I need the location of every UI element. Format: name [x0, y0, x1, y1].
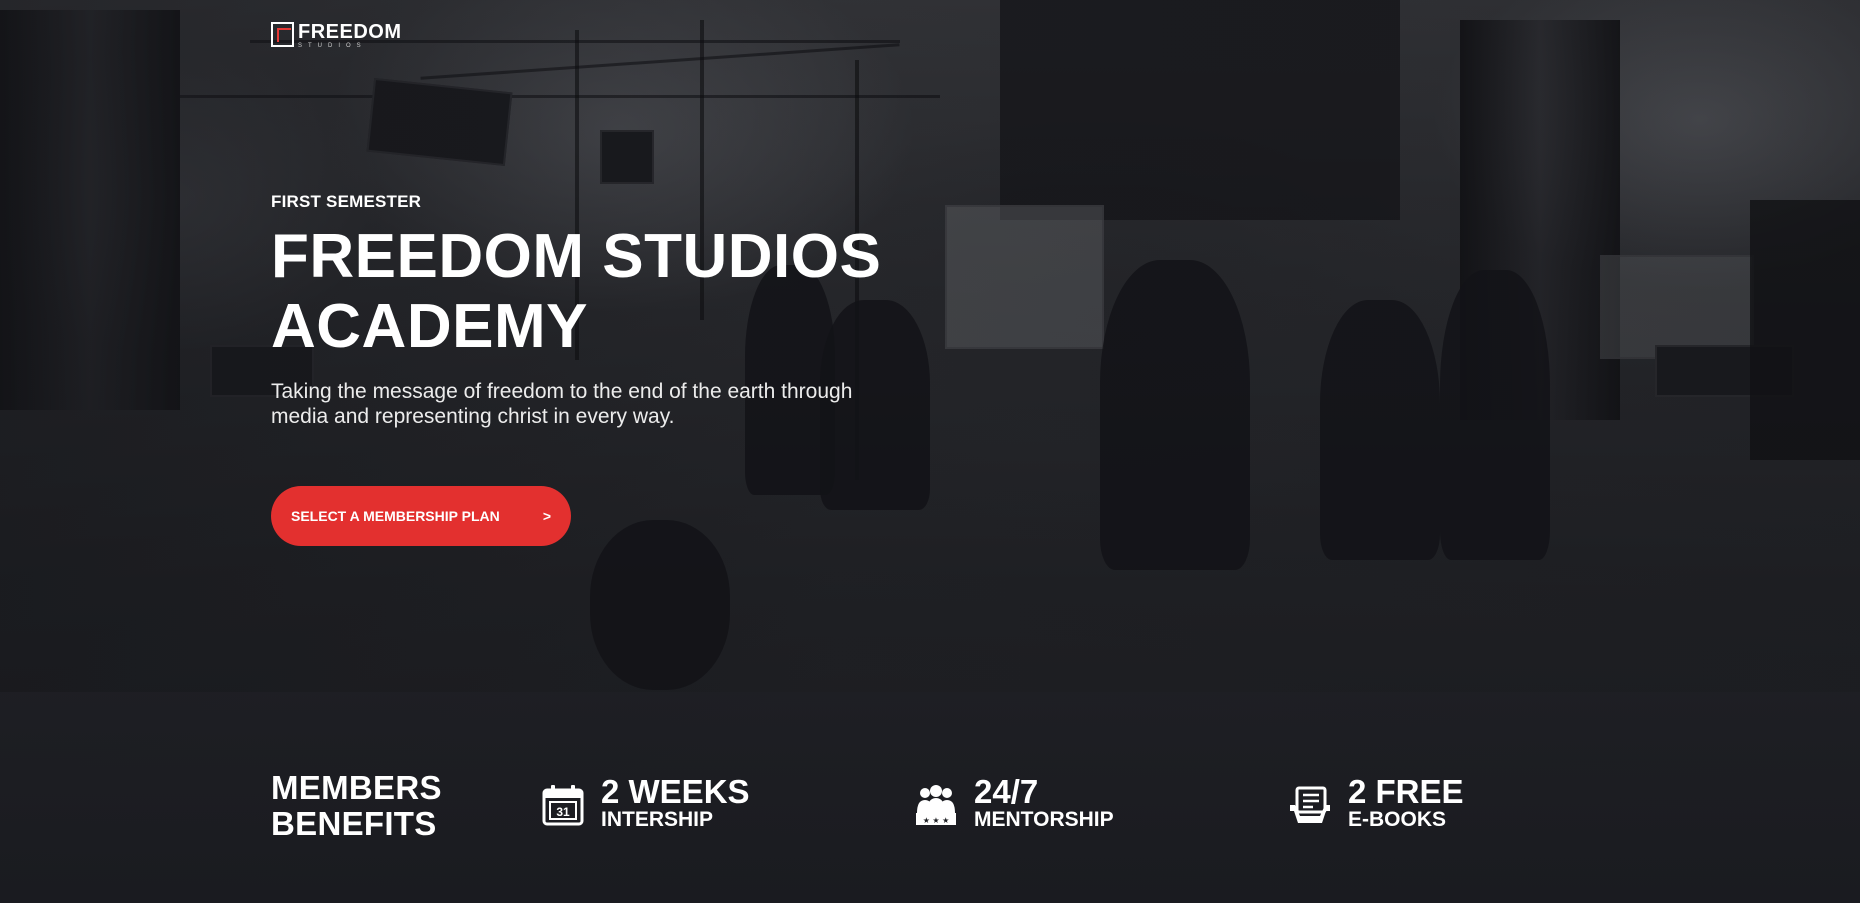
members-benefits-line1: MEMBERS — [271, 769, 442, 806]
benefit-label: INTERSHIP — [601, 808, 714, 831]
cta-label: SELECT A MEMBERSHIP PLAN — [291, 508, 500, 524]
hero-tagline-line1: Taking the message of freedom to the end… — [271, 380, 853, 403]
logo-mark-icon — [271, 22, 294, 47]
benefit-value: 2 FREE — [1348, 773, 1464, 810]
logo-wordmark: FREEDOM — [298, 21, 402, 43]
benefit-mentorship: ★ ★ ★ 24/7 MENTORSHIP — [914, 773, 1114, 832]
svg-text:★ ★ ★: ★ ★ ★ — [923, 816, 950, 825]
benefit-value: 24/7 — [974, 773, 1039, 810]
hero-tagline: Taking the message of freedom to the end… — [271, 379, 971, 429]
hero-tagline-line2: media and representing christ in every w… — [271, 405, 675, 428]
chevron-right-icon: > — [542, 508, 551, 524]
members-benefits-line2: BENEFITS — [271, 805, 437, 842]
benefit-ebooks: 2 FREE E-BOOKS — [1288, 773, 1464, 832]
ebook-icon — [1290, 786, 1330, 823]
hero-title-line2: ACADEMY — [271, 292, 588, 361]
team-icon: ★ ★ ★ — [916, 785, 956, 825]
hero-title: FREEDOM STUDIOS ACADEMY — [271, 222, 971, 362]
benefit-label: E-BOOKS — [1348, 808, 1447, 831]
members-benefits-title: MEMBERS BENEFITS — [271, 770, 442, 842]
hero-eyebrow: FIRST SEMESTER — [271, 192, 422, 211]
logo-subtitle: STUDIOS — [298, 43, 367, 49]
select-membership-plan-button[interactable]: SELECT A MEMBERSHIP PLAN > — [271, 486, 571, 546]
benefit-internship: 31 2 WEEKS INTERSHIP — [541, 773, 750, 832]
hero-title-line1: FREEDOM STUDIOS — [271, 222, 882, 291]
calendar-icon: 31 — [542, 785, 584, 826]
benefit-label: MENTORSHIP — [974, 808, 1114, 831]
svg-text:31: 31 — [556, 805, 570, 819]
brand-logo[interactable]: FREEDOM STUDIOS — [271, 22, 402, 50]
benefit-value: 2 WEEKS — [601, 773, 750, 810]
